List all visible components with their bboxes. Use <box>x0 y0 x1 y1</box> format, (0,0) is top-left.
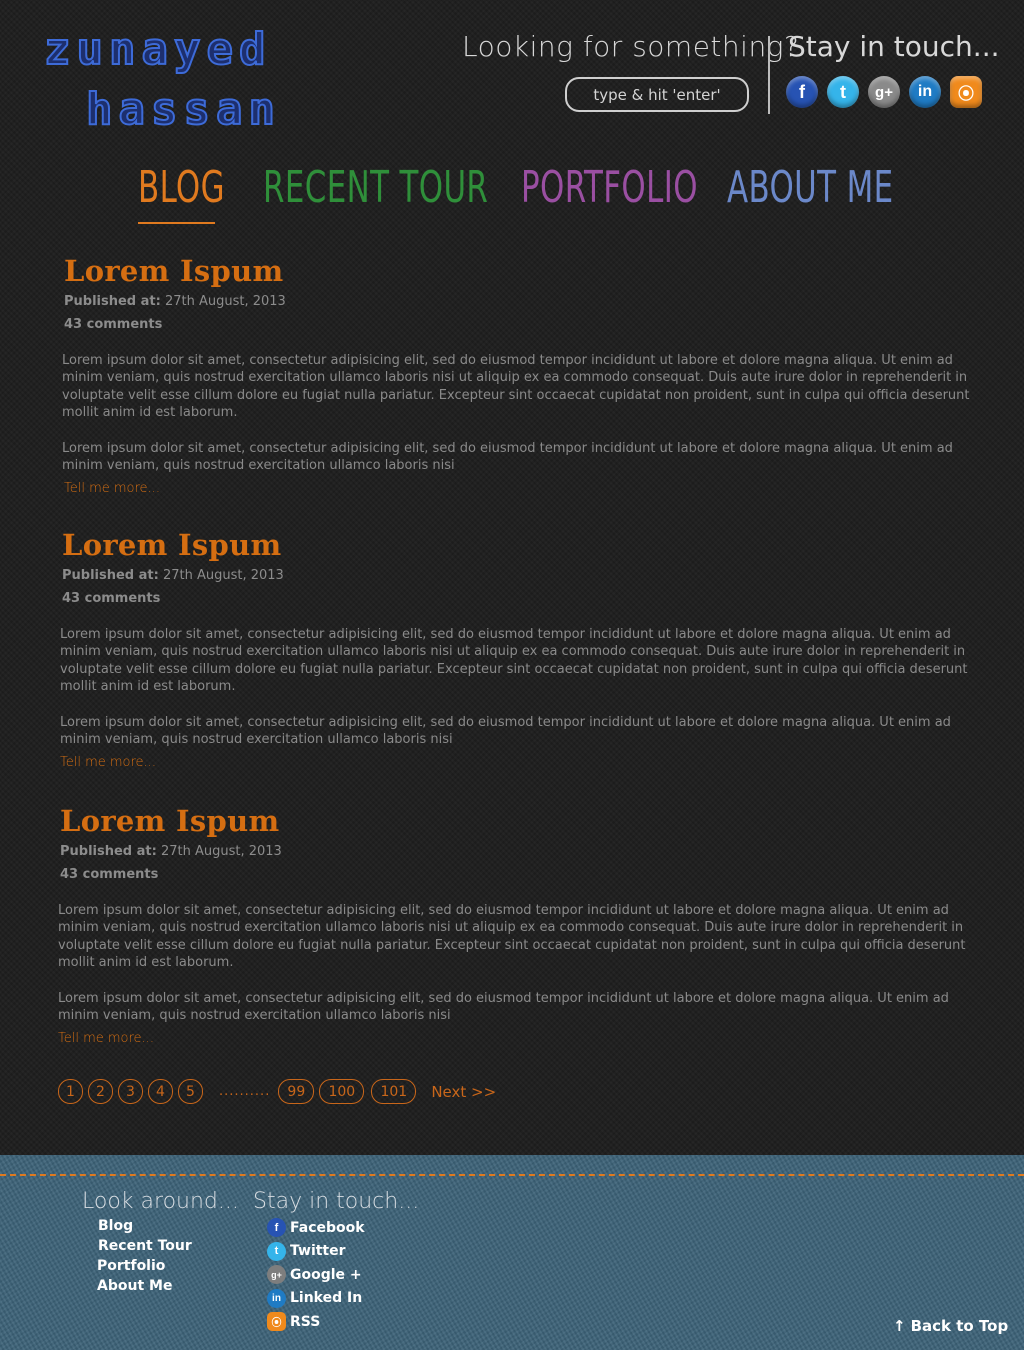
page-link-4[interactable]: 4 <box>148 1079 173 1104</box>
page-link-1[interactable]: 1 <box>58 1079 83 1104</box>
pagination-ellipsis: .......... <box>219 1084 271 1099</box>
post-title[interactable]: Lorem Ispum <box>60 804 975 838</box>
nav-item-portfolio[interactable]: PORTFOLIO <box>521 162 698 213</box>
page-link-100[interactable]: 100 <box>319 1079 365 1104</box>
footer-link-label: Google + <box>290 1266 362 1283</box>
footer-link-label: Twitter <box>290 1243 346 1259</box>
header-divider <box>768 36 770 114</box>
footer-link-blog[interactable]: Blog <box>98 1218 192 1234</box>
facebook-icon[interactable]: f <box>786 76 818 108</box>
footer-social-list: f Facebook t Twitter g+ Google + in Linked I… <box>267 1218 365 1336</box>
page-link-3[interactable]: 3 <box>118 1079 143 1104</box>
post-paragraph: Lorem ipsum dolor sit amet, consectetur … <box>62 353 970 421</box>
post-date: Published at: 27th August, 2013 <box>60 844 282 859</box>
post-title[interactable]: Lorem Ispum <box>62 528 977 562</box>
logo-line-1: zunayed <box>43 24 272 75</box>
site-logo[interactable]: zunayed hassan <box>43 24 334 135</box>
page-link-2[interactable]: 2 <box>88 1079 113 1104</box>
read-more-link[interactable]: Tell me more... <box>60 755 156 770</box>
twitter-icon[interactable]: t <box>827 76 859 108</box>
blog-post: Lorem Ispum Published at: 27th August, 2… <box>62 254 979 496</box>
read-more-link[interactable]: Tell me more... <box>58 1031 154 1046</box>
footer-link-about-me[interactable]: About Me <box>97 1278 192 1294</box>
blog-post: Lorem Ispum Published at: 27th August, 2… <box>60 528 977 770</box>
post-paragraph: Lorem ipsum dolor sit amet, consectetur … <box>60 714 951 748</box>
back-to-top-label: Back to Top <box>910 1317 1009 1335</box>
footer-link-label: Facebook <box>290 1219 365 1236</box>
footer-stitch-divider <box>0 1174 1024 1176</box>
rss-icon[interactable]: ⦿ <box>950 76 982 108</box>
footer-stay-in-touch-title: Stay in touch... <box>253 1189 420 1214</box>
footer-link-rss[interactable]: ⦿ RSS <box>267 1312 365 1331</box>
arrow-up-icon: ↑ <box>893 1317 906 1335</box>
social-icons: f t g+ in ⦿ <box>786 76 982 108</box>
next-page-link[interactable]: Next >> <box>431 1083 496 1101</box>
page-link-99[interactable]: 99 <box>278 1079 315 1104</box>
post-date: Published at: 27th August, 2013 <box>64 294 286 309</box>
footer-link-facebook[interactable]: f Facebook <box>267 1218 365 1237</box>
nav-item-recent-tour[interactable]: RECENT TOUR <box>263 162 488 213</box>
footer-look-around-title: Look around... <box>82 1189 239 1214</box>
page-link-5[interactable]: 5 <box>178 1079 203 1104</box>
footer-link-label: Linked In <box>290 1290 363 1306</box>
nav-active-indicator <box>138 222 215 224</box>
post-comments[interactable]: 43 comments <box>62 590 977 607</box>
footer-nav-list: Blog Recent Tour Portfolio About Me <box>97 1218 192 1298</box>
site-footer: Look around... Blog Recent Tour Portfoli… <box>0 1155 1024 1350</box>
google-plus-icon[interactable]: g+ <box>868 76 900 108</box>
nav-item-about-me[interactable]: ABOUT ME <box>727 162 894 213</box>
blog-post: Lorem Ispum Published at: 27th August, 2… <box>58 804 975 1046</box>
read-more-link[interactable]: Tell me more... <box>64 481 160 496</box>
post-date: Published at: 27th August, 2013 <box>62 568 284 583</box>
google-plus-icon: g+ <box>267 1265 286 1284</box>
rss-icon: ⦿ <box>267 1312 286 1331</box>
post-paragraph: Lorem ipsum dolor sit amet, consectetur … <box>58 903 966 971</box>
search-title: Looking for something? <box>462 30 800 63</box>
pagination: 1 2 3 4 5 .......... 99 100 101 Next >> <box>58 1079 496 1104</box>
footer-link-recent-tour[interactable]: Recent Tour <box>98 1238 192 1254</box>
footer-link-portfolio[interactable]: Portfolio <box>97 1258 192 1274</box>
logo-line-2: hassan <box>85 84 281 135</box>
post-paragraph: Lorem ipsum dolor sit amet, consectetur … <box>60 627 968 695</box>
linkedin-icon: in <box>267 1288 286 1308</box>
page-link-101[interactable]: 101 <box>371 1079 417 1104</box>
footer-link-twitter[interactable]: t Twitter <box>267 1241 365 1261</box>
facebook-icon: f <box>267 1218 286 1237</box>
post-comments[interactable]: 43 comments <box>64 316 979 333</box>
stay-in-touch-title: Stay in touch... <box>788 30 1000 63</box>
post-paragraph: Lorem ipsum dolor sit amet, consectetur … <box>58 990 949 1024</box>
linkedin-icon[interactable]: in <box>909 76 941 108</box>
post-paragraph: Lorem ipsum dolor sit amet, consectetur … <box>62 440 953 474</box>
search-input[interactable] <box>565 77 749 112</box>
footer-link-linkedin[interactable]: in Linked In <box>267 1288 365 1308</box>
post-title[interactable]: Lorem Ispum <box>64 254 979 288</box>
twitter-icon: t <box>267 1241 286 1261</box>
nav-item-blog[interactable]: BLOG <box>138 162 225 213</box>
footer-link-label: RSS <box>290 1313 321 1330</box>
post-comments[interactable]: 43 comments <box>60 866 975 883</box>
back-to-top-link[interactable]: ↑ Back to Top <box>893 1317 1008 1335</box>
footer-link-google-plus[interactable]: g+ Google + <box>267 1265 365 1284</box>
